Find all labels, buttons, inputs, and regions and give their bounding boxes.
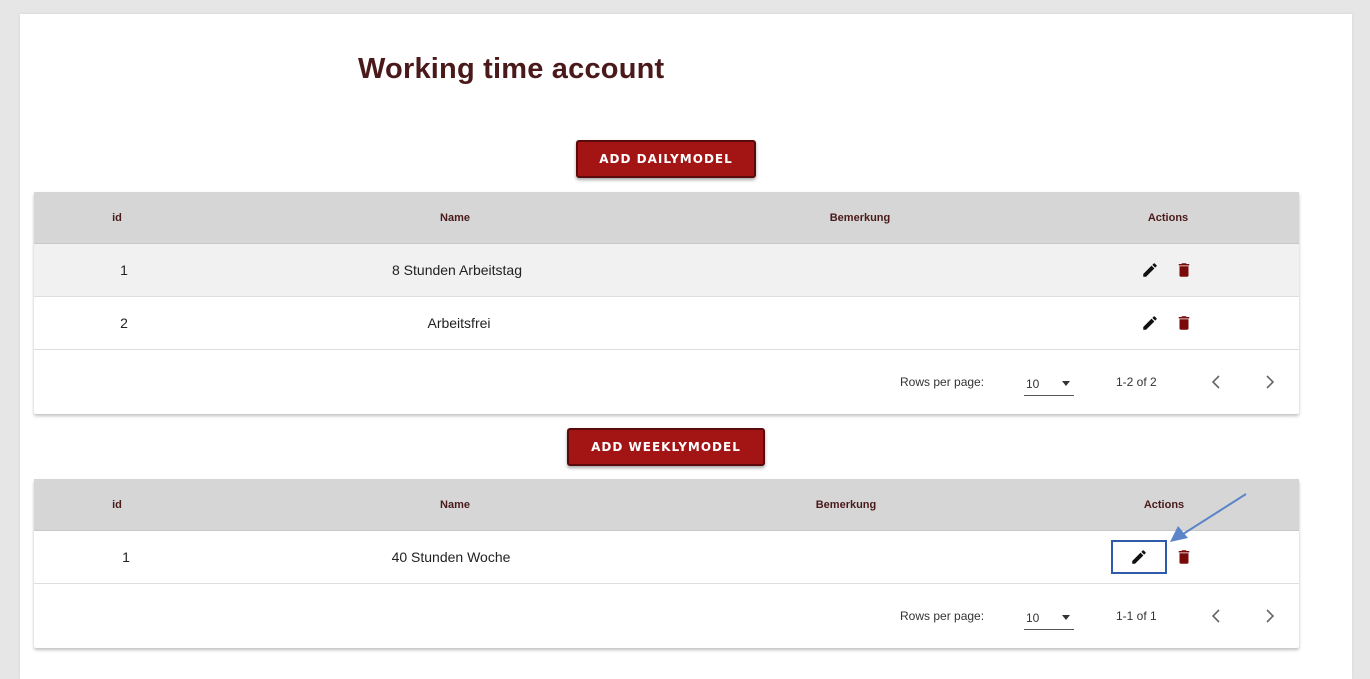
add-weeklymodel-button[interactable]: ADD WEEKLYMODEL [567,428,765,466]
table-row[interactable]: 2 Arbeitsfrei [34,297,1299,350]
cell-name: Arbeitsfrei [427,315,491,331]
pagination-range: 1-2 of 2 [1116,375,1157,389]
column-header-name[interactable]: Name [440,499,470,511]
row-actions [1139,259,1195,281]
row-actions [1111,540,1195,574]
rows-per-page-label: Rows per page: [900,609,985,623]
daily-model-table: id Name Bemerkung Actions 1 8 Stunden Ar… [34,192,1299,414]
caret-down-icon [1062,615,1070,620]
cell-id: 2 [120,315,128,331]
cell-id: 1 [120,262,128,278]
trash-icon[interactable] [1173,546,1195,568]
pencil-icon[interactable] [1111,540,1167,574]
pagination-range: 1-1 of 1 [1116,609,1157,623]
rows-per-page-select[interactable]: 10 [1024,372,1074,396]
cell-id: 1 [122,549,130,565]
column-header-bemerkung[interactable]: Bemerkung [830,212,891,224]
table-row[interactable]: 1 40 Stunden Woche [34,531,1299,584]
column-header-actions: Actions [1143,498,1185,511]
caret-down-icon [1062,381,1070,386]
column-header-name[interactable]: Name [440,212,470,224]
pencil-icon[interactable] [1139,312,1161,334]
weekly-model-table: id Name Bemerkung Actions 1 40 Stunden W… [34,479,1299,648]
column-header-bemerkung[interactable]: Bemerkung [816,499,877,511]
add-dailymodel-button[interactable]: ADD DAILYMODEL [576,140,756,178]
chevron-right-icon[interactable] [1258,370,1282,394]
cell-name: 40 Stunden Woche [391,549,511,565]
row-actions [1139,312,1195,334]
table-header: id Name Bemerkung Actions [34,479,1299,531]
column-header-actions: Actions [1147,211,1189,224]
table-header: id Name Bemerkung Actions [34,192,1299,244]
table-pagination: Rows per page: 10 1-1 of 1 [34,584,1299,648]
rows-per-page-value: 10 [1026,376,1040,391]
rows-per-page-select[interactable]: 10 [1024,606,1074,630]
cell-name: 8 Stunden Arbeitstag [392,262,522,278]
table-pagination: Rows per page: 10 1-2 of 2 [34,350,1299,414]
column-header-id[interactable]: id [112,499,122,511]
chevron-right-icon[interactable] [1258,604,1282,628]
pencil-icon[interactable] [1139,259,1161,281]
table-row[interactable]: 1 8 Stunden Arbeitstag [34,244,1299,297]
trash-icon[interactable] [1173,312,1195,334]
rows-per-page-label: Rows per page: [900,375,985,389]
chevron-left-icon[interactable] [1204,604,1228,628]
column-header-id[interactable]: id [112,212,122,224]
chevron-left-icon[interactable] [1204,370,1228,394]
trash-icon[interactable] [1173,259,1195,281]
page-title: Working time account [358,53,665,85]
rows-per-page-value: 10 [1026,610,1040,625]
